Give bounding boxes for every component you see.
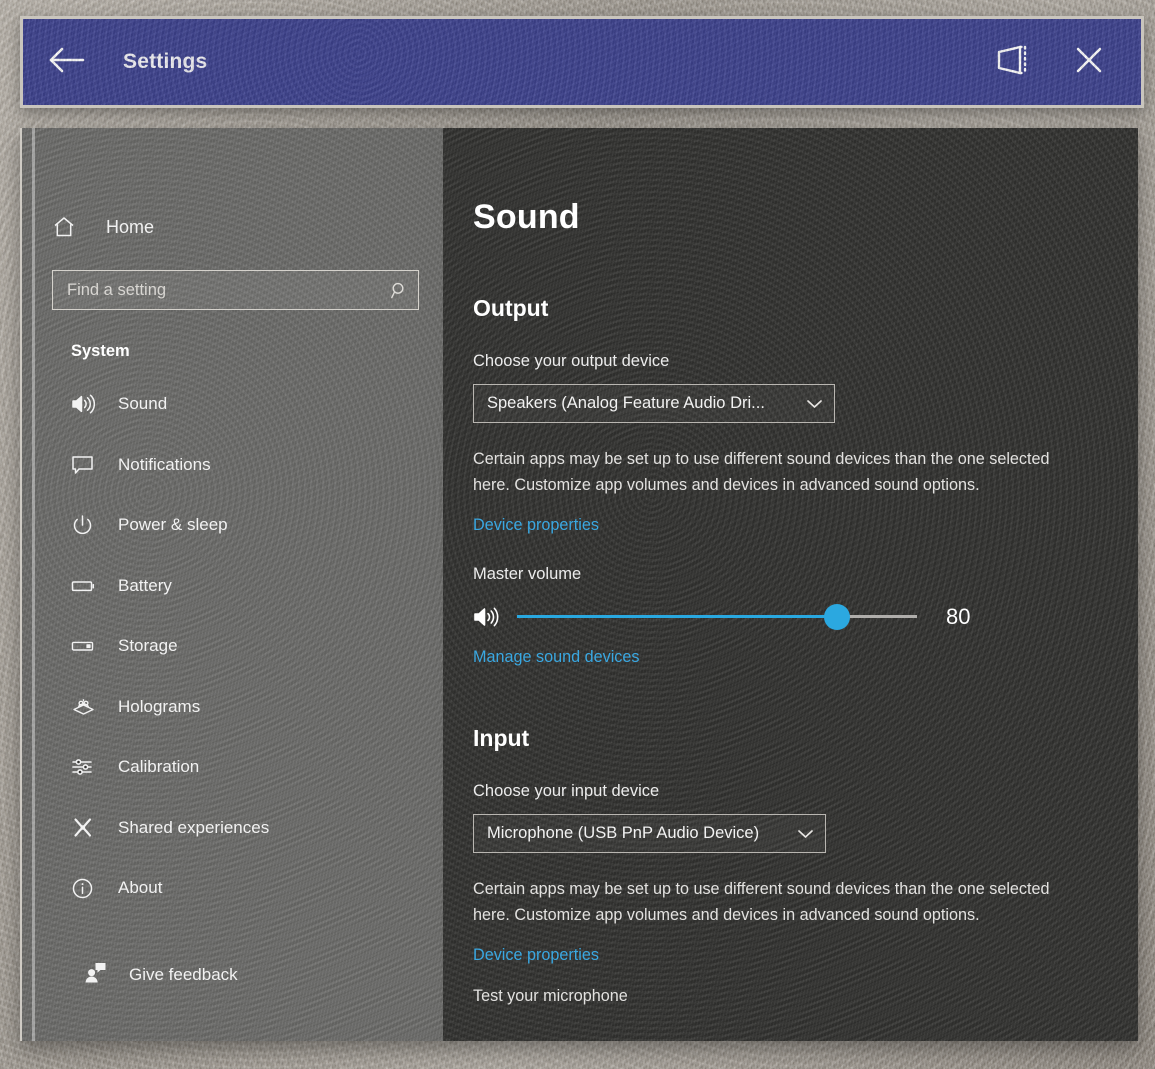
output-device-properties-link[interactable]: Device properties xyxy=(473,516,599,535)
chat-bubble-icon xyxy=(71,454,101,475)
output-device-value: Speakers (Analog Feature Audio Dri... xyxy=(487,394,765,413)
search-input[interactable] xyxy=(67,281,388,300)
storage-icon xyxy=(71,638,101,654)
input-description: Certain apps may be set up to use differ… xyxy=(473,877,1053,928)
sidebar-item-storage[interactable]: Storage xyxy=(22,616,443,677)
sidebar-item-holograms[interactable]: Holograms xyxy=(22,677,443,738)
search-icon xyxy=(388,281,410,300)
input-device-label: Choose your input device xyxy=(473,782,1138,801)
speaker-icon xyxy=(71,393,101,415)
sidebar-item-power-and-sleep[interactable]: Power & sleep xyxy=(22,495,443,556)
sidebar-item-battery[interactable]: Battery xyxy=(22,556,443,617)
sidebar-item-home[interactable]: Home xyxy=(22,201,443,253)
master-volume-slider[interactable] xyxy=(517,604,917,630)
sidebar-item-about[interactable]: About xyxy=(22,858,443,919)
output-device-dropdown[interactable]: Speakers (Analog Feature Audio Dri... xyxy=(473,384,835,423)
back-button[interactable] xyxy=(23,16,109,108)
master-volume-label: Master volume xyxy=(473,565,1138,584)
search-field[interactable] xyxy=(52,270,419,310)
sidebar-item-shared-experiences[interactable]: Shared experiences xyxy=(22,798,443,859)
sidebar-item-label: Notifications xyxy=(118,455,211,475)
mixed-reality-wall-background: Settings xyxy=(0,0,1155,1069)
sidebar-item-label: Power & sleep xyxy=(118,515,228,535)
chevron-down-icon xyxy=(805,397,824,410)
test-microphone-label: Test your microphone xyxy=(473,987,1138,1006)
input-device-properties-link[interactable]: Device properties xyxy=(473,946,599,965)
home-icon xyxy=(52,215,86,239)
page-title: Sound xyxy=(473,198,1138,237)
sidebar-item-label: Holograms xyxy=(118,697,200,717)
manage-sound-devices-link[interactable]: Manage sound devices xyxy=(473,648,639,667)
sidebar-nav-list: Sound Notifications xyxy=(22,374,443,919)
feedback-person-icon xyxy=(84,961,107,989)
sidebar-home-label: Home xyxy=(106,217,154,238)
slider-thumb[interactable] xyxy=(824,604,850,630)
input-device-dropdown[interactable]: Microphone (USB PnP Audio Device) xyxy=(473,814,826,853)
sidebar-feedback-label: Give feedback xyxy=(129,965,238,985)
share-nodes-icon xyxy=(71,816,101,839)
power-icon xyxy=(71,514,101,537)
speaker-icon xyxy=(473,605,509,629)
master-volume-row: 80 xyxy=(473,604,1138,630)
master-volume-value: 80 xyxy=(946,604,970,630)
output-section-heading: Output xyxy=(473,295,1138,322)
settings-sidebar: Home System xyxy=(20,128,443,1041)
sidebar-item-give-feedback[interactable]: Give feedback xyxy=(22,946,443,1004)
slider-fill xyxy=(517,615,837,618)
close-button[interactable] xyxy=(1051,16,1127,108)
chevron-down-icon xyxy=(796,827,815,840)
input-section-heading: Input xyxy=(473,725,1138,752)
sidebar-item-calibration[interactable]: Calibration xyxy=(22,737,443,798)
sidebar-item-label: Shared experiences xyxy=(118,818,269,838)
hologram-adjust-icon xyxy=(993,43,1033,82)
sidebar-item-label: Sound xyxy=(118,394,167,414)
sidebar-item-label: Storage xyxy=(118,636,178,656)
holograms-icon xyxy=(71,695,101,718)
info-circle-icon xyxy=(71,877,101,900)
sidebar-item-label: Calibration xyxy=(118,757,199,777)
back-arrow-icon xyxy=(46,43,86,82)
settings-content-pane: Sound Output Choose your output device S… xyxy=(443,128,1138,1041)
input-device-value: Microphone (USB PnP Audio Device) xyxy=(487,824,759,843)
sidebar-item-sound[interactable]: Sound xyxy=(22,374,443,435)
output-device-label: Choose your output device xyxy=(473,352,1138,371)
battery-icon xyxy=(71,578,101,594)
settings-window: Home System xyxy=(20,128,1138,1041)
close-icon xyxy=(1071,42,1107,83)
output-description: Certain apps may be set up to use differ… xyxy=(473,447,1053,498)
hologram-adjust-button[interactable] xyxy=(975,16,1051,108)
window-title: Settings xyxy=(123,50,207,74)
content-inner: Sound Output Choose your output device S… xyxy=(443,198,1138,1006)
sidebar-item-label: About xyxy=(118,878,162,898)
sidebar-item-notifications[interactable]: Notifications xyxy=(22,435,443,496)
sidebar-group-header: System xyxy=(71,342,443,361)
app-title-bar: Settings xyxy=(20,16,1144,108)
sidebar-item-label: Battery xyxy=(118,576,172,596)
sliders-icon xyxy=(71,756,101,778)
